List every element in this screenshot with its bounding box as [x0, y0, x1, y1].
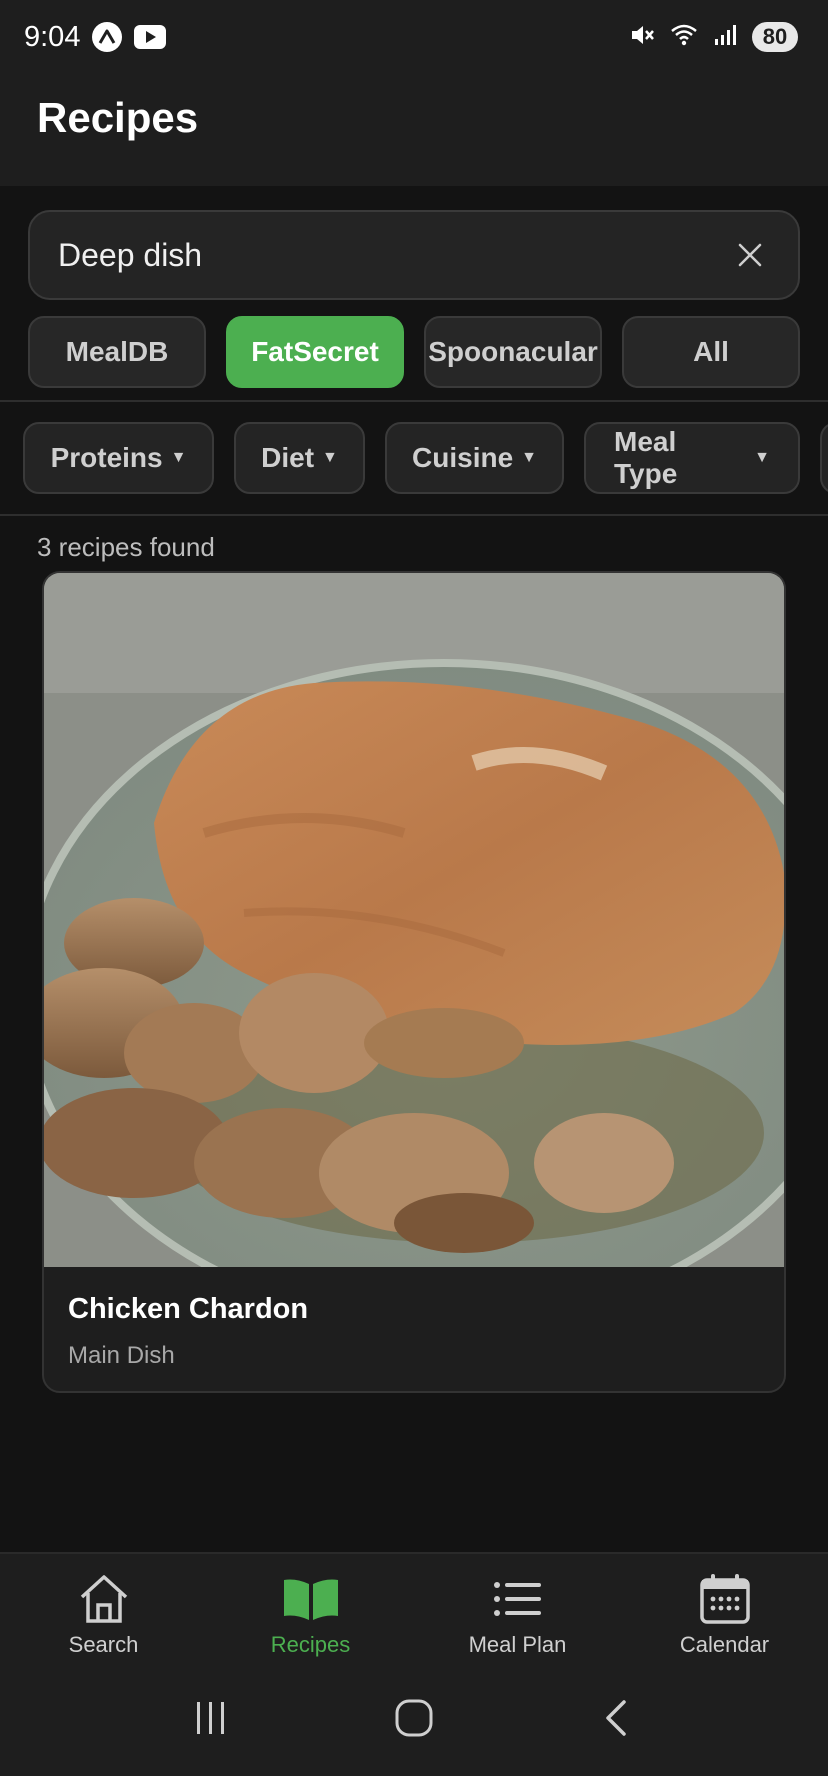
filter-label: Meal Type [614, 426, 678, 489]
source-chip-fatsecret[interactable]: FatSecret [226, 316, 404, 388]
recent-apps-button[interactable] [181, 1688, 241, 1748]
recipe-info: Chicken Chardon Main Dish [44, 1267, 784, 1391]
notification-a-icon [92, 22, 123, 52]
filter-label: Diet [261, 442, 315, 473]
recipe-category: Main Dish [68, 1342, 175, 1369]
source-chip-label: FatSecret [251, 336, 379, 367]
page-title: Recipes [37, 94, 199, 141]
wifi-icon [670, 22, 700, 53]
clear-search-button[interactable] [730, 235, 770, 275]
nav-label: Meal Plan [468, 1632, 567, 1657]
source-chip-label: All [693, 336, 729, 367]
source-chip-label: Spoonacular [428, 336, 598, 367]
app-header: Recipes [0, 74, 828, 186]
mute-icon [628, 21, 656, 54]
close-icon [738, 243, 762, 267]
divider [0, 400, 828, 402]
nav-item-calendar[interactable]: Calendar [621, 1554, 828, 1660]
divider [0, 514, 828, 516]
back-button[interactable] [587, 1688, 647, 1748]
status-bar: 9:04 80 [0, 0, 828, 74]
home-circle-icon [395, 1699, 433, 1737]
source-chip-label: MealDB [65, 336, 169, 367]
home-button[interactable] [384, 1688, 444, 1748]
source-chip-all[interactable]: All [622, 316, 800, 388]
filter-proteins-dropdown[interactable]: Proteins ▼ [23, 422, 214, 494]
battery-indicator: 80 [752, 22, 798, 52]
filter-diet-dropdown[interactable]: Diet ▼ [234, 422, 365, 494]
recipe-title: Chicken Chardon [68, 1293, 309, 1325]
open-book-icon [282, 1572, 340, 1626]
nav-label: Search [68, 1632, 139, 1657]
nav-label: Recipes [270, 1632, 351, 1657]
recent-apps-icon [197, 1702, 225, 1734]
source-selector: MealDB FatSecret Spoonacular All [28, 316, 800, 388]
nav-label: Calendar [679, 1632, 770, 1657]
source-chip-mealdb[interactable]: MealDB [28, 316, 206, 388]
back-chevron-icon [605, 1700, 626, 1736]
filter-label: Proteins [50, 442, 163, 473]
house-icon [76, 1572, 132, 1626]
filter-cuisine-dropdown[interactable]: Cuisine ▼ [385, 422, 564, 494]
list-icon [493, 1572, 543, 1626]
signal-icon [714, 23, 738, 52]
caret-down-icon: ▼ [521, 449, 537, 466]
recipe-image [44, 573, 784, 1267]
filter-label: Cuisine [412, 442, 514, 473]
filter-more-dropdown[interactable] [820, 422, 828, 494]
status-time: 9:04 [24, 20, 81, 53]
source-chip-spoonacular[interactable]: Spoonacular [424, 316, 602, 388]
results-count: 3 recipes found [37, 532, 215, 562]
status-right: 80 [628, 21, 798, 54]
nav-item-meal-plan[interactable]: Meal Plan [414, 1554, 621, 1660]
calendar-icon [699, 1572, 751, 1626]
youtube-icon [134, 25, 167, 49]
caret-down-icon: ▼ [754, 449, 770, 466]
recipe-card[interactable]: Chicken Chardon Main Dish [42, 571, 786, 1393]
caret-down-icon: ▼ [322, 449, 338, 466]
system-nav-bar [0, 1660, 828, 1776]
nav-item-search[interactable]: Search [0, 1554, 207, 1660]
filter-bar: Proteins ▼ Diet ▼ Cuisine ▼ Meal Type ▼ [23, 422, 828, 494]
status-left: 9:04 [24, 20, 167, 54]
caret-down-icon: ▼ [170, 449, 187, 466]
bottom-nav: Search Recipes Meal Plan Calendar [0, 1552, 828, 1660]
search-input[interactable]: Deep dish [58, 237, 730, 274]
nav-item-recipes[interactable]: Recipes [207, 1554, 414, 1660]
filter-meal-type-dropdown[interactable]: Meal Type ▼ [584, 422, 800, 494]
search-field[interactable]: Deep dish [28, 210, 800, 300]
